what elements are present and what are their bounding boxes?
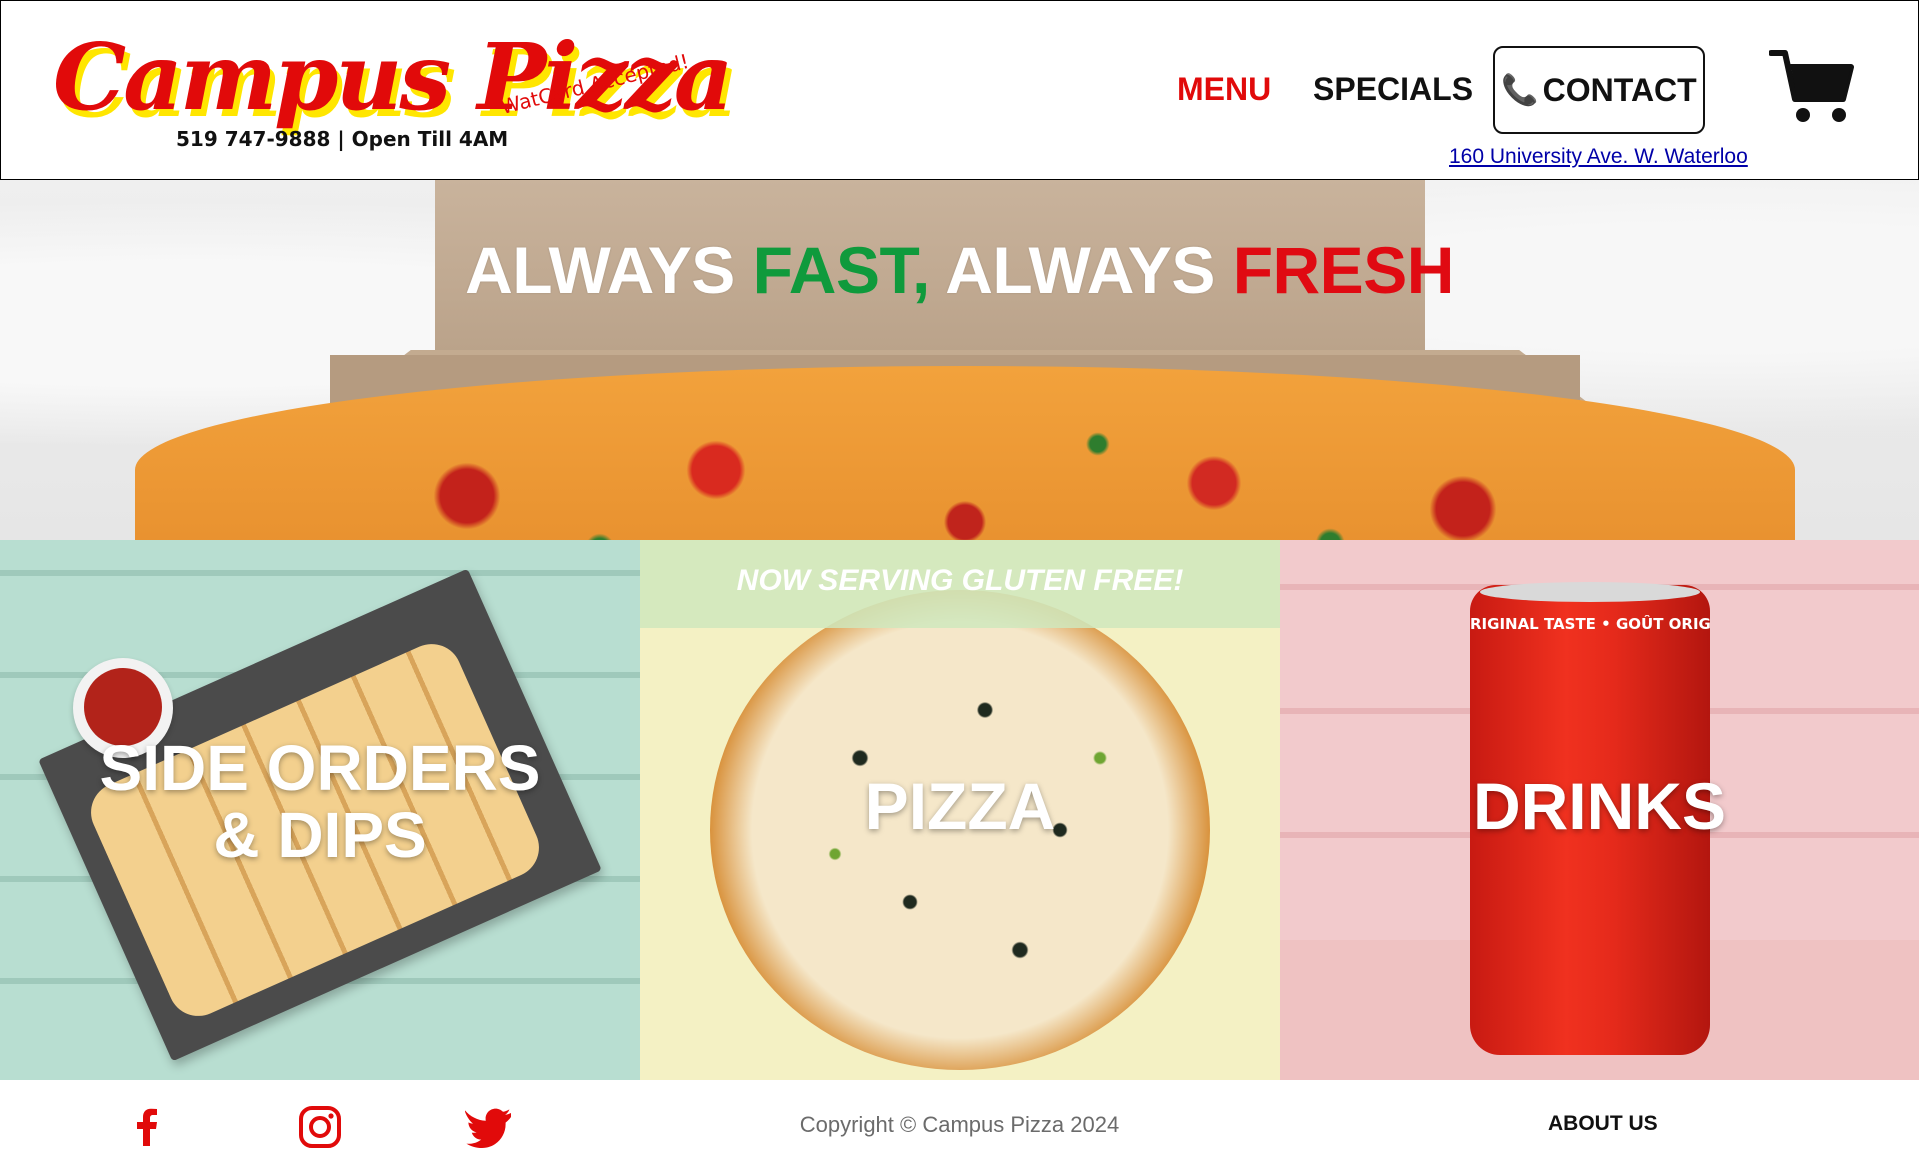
- tagline-fresh: FRESH: [1232, 233, 1455, 307]
- drinks-label: DRINKS: [1472, 769, 1726, 843]
- site-header: Campus Pizza 519 747-9888 | Open Till 4A…: [0, 0, 1919, 180]
- gluten-free-text: NOW SERVING GLUTEN FREE!: [736, 564, 1184, 597]
- sides-label: SIDE ORDERS & DIPS: [0, 732, 640, 872]
- category-tile-drinks[interactable]: RIGINAL TASTE • GOÛT ORIGINAL DRINKS: [1280, 540, 1919, 1080]
- site-footer: Copyright © Campus Pizza 2024 ABOUT US: [0, 1080, 1919, 1170]
- cart-icon[interactable]: [1769, 47, 1855, 127]
- pizza-label: PIZZA: [864, 769, 1056, 843]
- soda-can-text: RIGINAL TASTE • GOÛT ORIGINAL: [1470, 615, 1710, 633]
- category-tile-sides[interactable]: SIDE ORDERS & DIPS: [0, 540, 640, 1080]
- nav-menu-link[interactable]: MENU: [1177, 71, 1271, 108]
- sides-label-line2: & DIPS: [213, 799, 427, 872]
- tagline-fast: FAST,: [752, 233, 931, 307]
- contact-button[interactable]: 📞 CONTACT: [1493, 46, 1705, 134]
- tagline-always-1: ALWAYS: [465, 233, 753, 307]
- contact-button-label: CONTACT: [1542, 71, 1697, 108]
- phone-icon: 📞: [1501, 73, 1539, 107]
- nav-specials-link[interactable]: SPECIALS: [1313, 71, 1473, 108]
- hero-banner: ALWAYS FAST, ALWAYS FRESH: [0, 180, 1919, 540]
- hero-tagline: ALWAYS FAST, ALWAYS FRESH: [0, 232, 1919, 308]
- sides-label-line1: SIDE ORDERS: [99, 732, 541, 804]
- category-tile-pizza[interactable]: NOW SERVING GLUTEN FREE! PIZZA: [640, 540, 1280, 1080]
- soda-can-lid: [1480, 582, 1700, 602]
- address-link[interactable]: 160 University Ave. W. Waterloo: [1449, 145, 1748, 169]
- tagline-always-2: ALWAYS: [929, 233, 1233, 307]
- about-us-link[interactable]: ABOUT US: [1548, 1112, 1658, 1136]
- phone-hours-text: 519 747-9888 | Open Till 4AM: [176, 127, 509, 151]
